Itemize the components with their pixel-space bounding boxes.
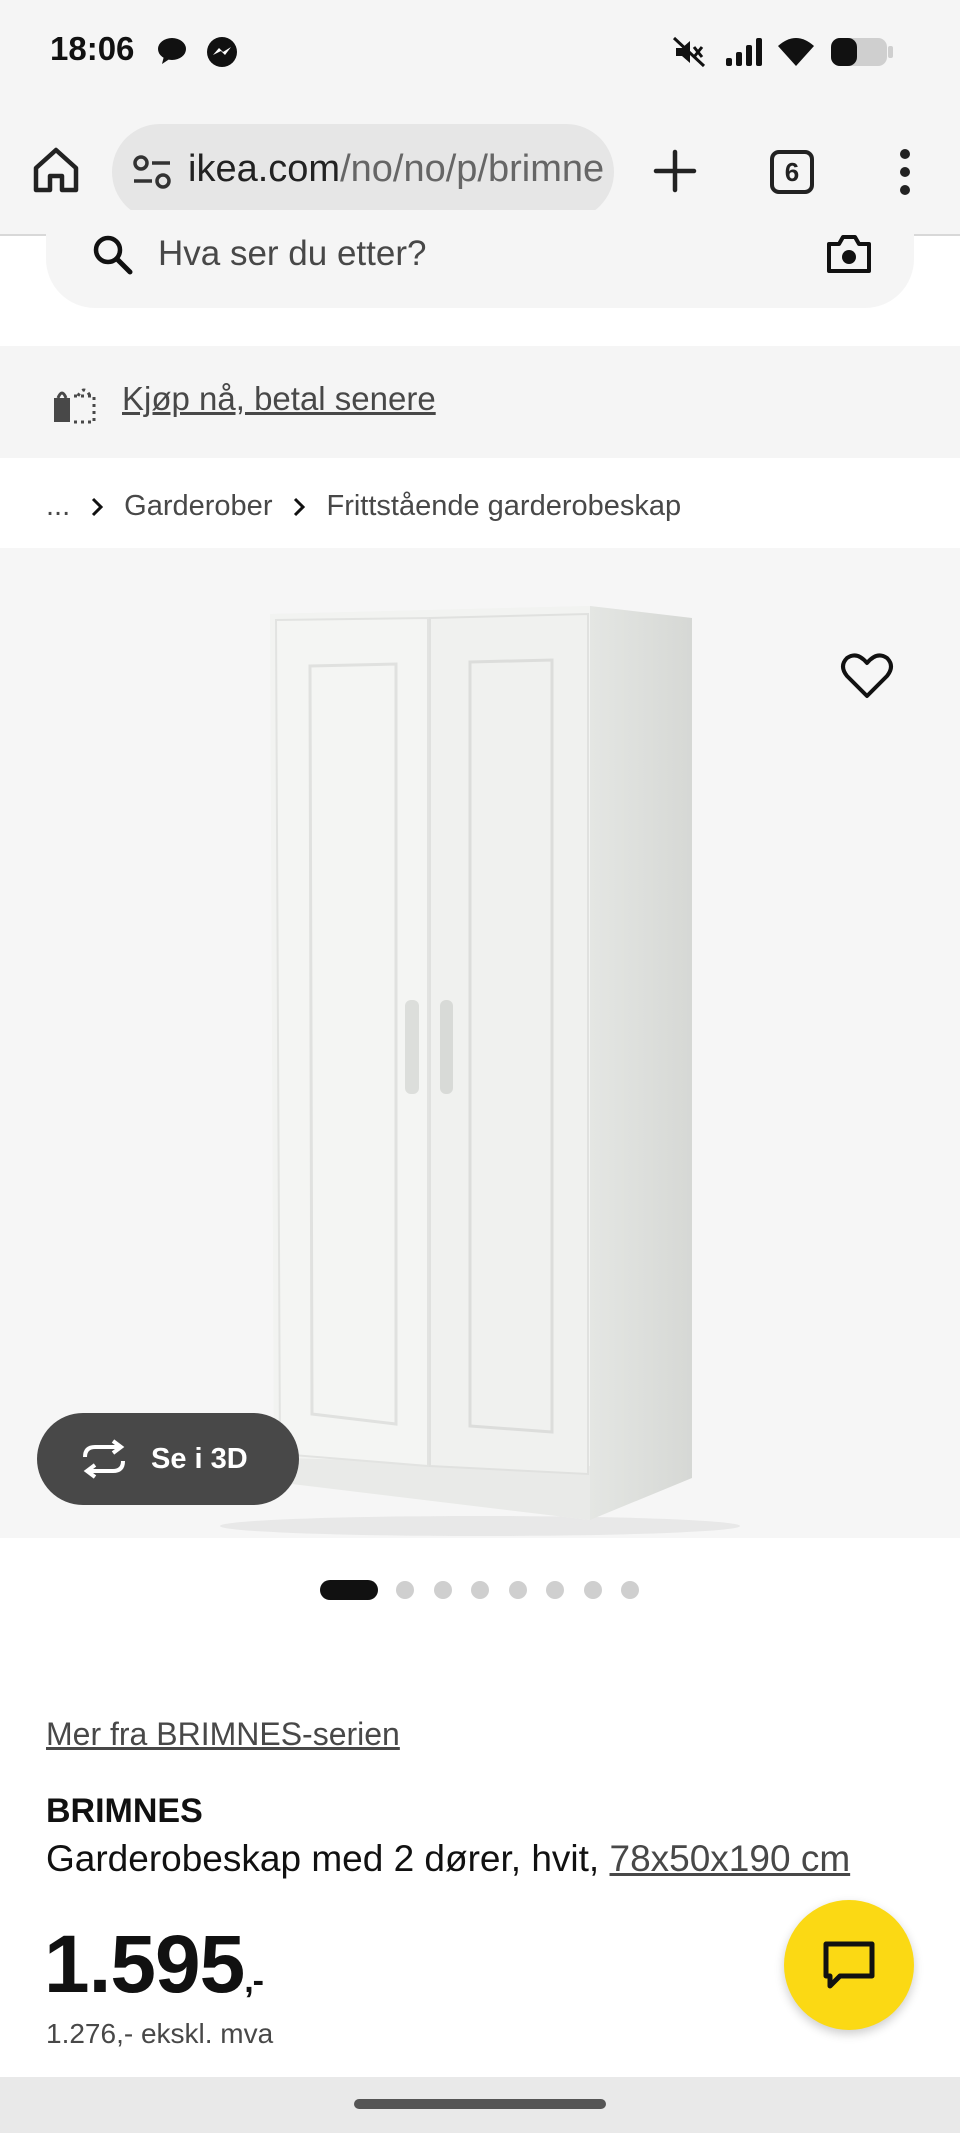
carousel-dot[interactable] — [546, 1581, 564, 1599]
carousel-dot[interactable] — [583, 1581, 602, 1599]
status-time: 18:06 — [50, 30, 135, 67]
plus-icon[interactable] — [652, 148, 698, 194]
breadcrumb-item-garderober[interactable]: Garderober — [124, 490, 272, 523]
address-bar[interactable]: ikea.com/no/no/p/brimne — [112, 124, 614, 220]
breadcrumb-item-current[interactable]: Frittstående garderobeskap — [326, 490, 681, 523]
breadcrumb: ... Garderober Frittstående garderobeska… — [46, 490, 681, 523]
breadcrumb-ellipsis[interactable]: ... — [46, 490, 70, 523]
search-bar[interactable] — [46, 210, 914, 308]
product-description-text: Garderobeskap med 2 dører, hvit, — [46, 1838, 600, 1879]
pay-later-banner: Kjøp nå, betal senere — [0, 346, 960, 458]
product-name: BRIMNES — [46, 1792, 203, 1830]
pay-later-link[interactable]: Kjøp nå, betal senere — [122, 380, 436, 418]
mute-icon — [672, 36, 706, 68]
chat-button[interactable] — [784, 1900, 914, 2030]
url-text: ikea.com/no/no/p/brimne — [188, 148, 604, 191]
search-input[interactable] — [158, 226, 718, 282]
price-suffix: ,- — [244, 1962, 264, 2000]
battery-icon — [831, 38, 893, 66]
shopping-bag-icon — [54, 388, 96, 424]
camera-icon[interactable] — [826, 234, 872, 274]
wardrobe-image — [220, 606, 740, 1536]
carousel-dot[interactable] — [621, 1581, 639, 1599]
product-dimensions-link[interactable]: 78x50x190 cm — [610, 1838, 851, 1879]
carousel-dot[interactable] — [396, 1581, 414, 1599]
gesture-handle[interactable] — [354, 2099, 606, 2109]
more-vert-icon[interactable] — [890, 148, 920, 196]
rotate-3d-icon — [83, 1439, 125, 1479]
signal-icon — [726, 38, 762, 66]
tab-switcher-button[interactable]: 6 — [770, 150, 814, 194]
home-icon[interactable] — [30, 144, 82, 196]
chat-bubble-icon — [158, 38, 186, 64]
see-in-3d-label: Se i 3D — [151, 1442, 248, 1475]
search-icon — [93, 235, 133, 275]
price-excl-vat: 1.276,- ekskl. mva — [46, 2018, 274, 2049]
url-host: ikea.com — [188, 148, 341, 190]
heart-icon[interactable] — [840, 652, 894, 700]
carousel-dot[interactable] — [433, 1581, 452, 1599]
chevron-right-icon — [92, 497, 104, 516]
see-in-3d-button[interactable]: Se i 3D — [37, 1413, 299, 1505]
series-link[interactable]: Mer fra BRIMNES-serien — [46, 1716, 400, 1753]
chat-icon — [823, 1941, 875, 1989]
status-bar: 18:06 — [0, 0, 960, 104]
product-description: Garderobeskap med 2 dører, hvit, 78x50x1… — [46, 1838, 850, 1880]
carousel-dot[interactable] — [471, 1581, 489, 1599]
chevron-right-icon — [294, 497, 306, 516]
carousel-indicator — [320, 1579, 659, 1601]
messenger-icon — [207, 37, 237, 67]
carousel-dot-active[interactable] — [320, 1580, 378, 1600]
carousel-dot[interactable] — [508, 1581, 527, 1599]
wifi-icon — [778, 38, 814, 66]
price-value: 1.595 — [44, 1919, 245, 2010]
gesture-bar — [0, 2077, 960, 2133]
site-settings-icon[interactable] — [132, 154, 172, 190]
url-path: /no/no/p/brimne — [340, 148, 605, 190]
product-image[interactable] — [0, 548, 960, 1538]
product-price: 1.595,- — [44, 1918, 264, 2012]
